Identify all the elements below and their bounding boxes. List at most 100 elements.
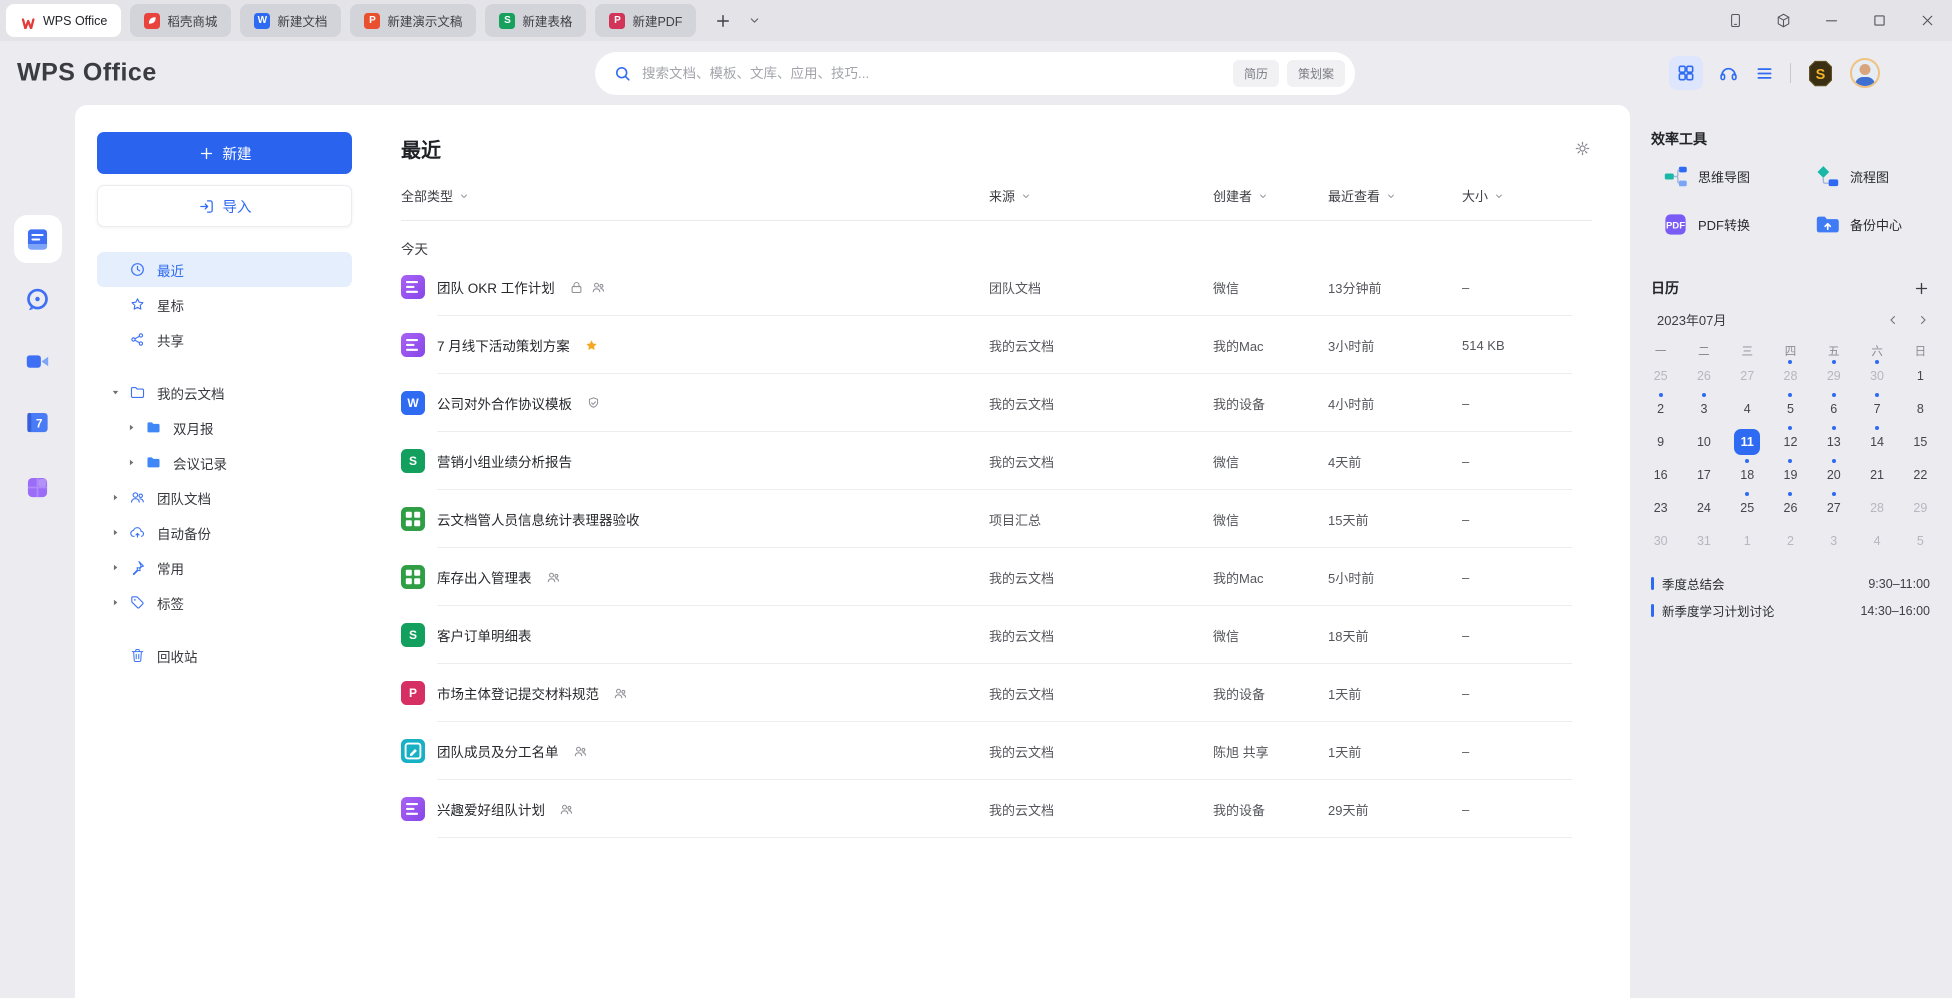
import-button[interactable]: 导入: [97, 185, 352, 227]
calendar-day[interactable]: 29: [1812, 359, 1855, 392]
calendar-day[interactable]: 26: [1769, 491, 1812, 524]
calendar-day[interactable]: 3: [1682, 392, 1725, 425]
menu-icon[interactable]: [1754, 63, 1775, 84]
calendar-day[interactable]: 30: [1855, 359, 1898, 392]
calendar-day[interactable]: 29: [1899, 491, 1942, 524]
calendar-day[interactable]: 31: [1682, 524, 1725, 557]
calendar-day[interactable]: 7: [1855, 392, 1898, 425]
sidebar-item-cloud-backup[interactable]: 自动备份: [97, 515, 352, 550]
file-row[interactable]: S客户订单明细表我的云文档微信18天前–: [401, 606, 1592, 664]
new-document-button[interactable]: 新建: [97, 132, 352, 174]
calendar-day[interactable]: 6: [1812, 392, 1855, 425]
search-bar[interactable]: 简历策划案: [595, 52, 1355, 95]
calendar-day[interactable]: 16: [1639, 458, 1682, 491]
sidebar-item-team[interactable]: 团队文档: [97, 480, 352, 515]
maximize-icon[interactable]: [1871, 12, 1888, 29]
tab-wps-logo[interactable]: WPS Office: [6, 4, 121, 37]
filter-5-dropdown[interactable]: 大小: [1462, 186, 1592, 205]
tool-mindmap[interactable]: 思维导图: [1662, 163, 1814, 190]
calendar-day[interactable]: 25: [1726, 491, 1769, 524]
file-row[interactable]: 兴趣爱好组队计划我的云文档我的设备29天前–: [401, 780, 1592, 838]
calendar-add-icon[interactable]: [1913, 280, 1930, 297]
sidebar-item-share[interactable]: 共享: [97, 322, 352, 357]
tool-backup[interactable]: 备份中心: [1814, 211, 1930, 238]
calendar-day[interactable]: 5: [1899, 524, 1942, 557]
calendar-event[interactable]: 新季度学习计划讨论14:30–16:00: [1651, 597, 1930, 624]
file-row[interactable]: P市场主体登记提交材料规范我的云文档我的设备1天前–: [401, 664, 1592, 722]
sidebar-item-folder-filled[interactable]: 会议记录: [97, 445, 352, 480]
workspace-cube-icon[interactable]: [1775, 12, 1792, 29]
file-row[interactable]: S营销小组业绩分析报告我的云文档微信4天前–: [401, 432, 1592, 490]
sidebar-item-pin[interactable]: 常用: [97, 550, 352, 585]
headset-icon[interactable]: [1718, 63, 1739, 84]
calendar-day[interactable]: 2: [1769, 524, 1812, 557]
caret-right-icon[interactable]: [110, 597, 121, 608]
sidebar-item-star[interactable]: 星标: [97, 287, 352, 322]
search-input[interactable]: [642, 66, 1225, 81]
calendar-day[interactable]: 2: [1639, 392, 1682, 425]
search-tag-2[interactable]: 策划案: [1287, 60, 1345, 87]
calendar-day[interactable]: 12: [1769, 425, 1812, 458]
calendar-day[interactable]: 24: [1682, 491, 1725, 524]
calendar-day[interactable]: 26: [1682, 359, 1725, 392]
calendar-day[interactable]: 15: [1899, 425, 1942, 458]
file-row[interactable]: 团队 OKR 工作计划团队文档微信13分钟前–: [401, 258, 1592, 316]
rail-item-documents[interactable]: [14, 215, 62, 263]
avatar[interactable]: [1850, 58, 1880, 88]
calendar-day[interactable]: 20: [1812, 458, 1855, 491]
rail-item-apps[interactable]: [14, 463, 62, 511]
file-row[interactable]: 团队成员及分工名单我的云文档陈旭 共享1天前–: [401, 722, 1592, 780]
calendar-day[interactable]: 27: [1812, 491, 1855, 524]
sidebar-item-trash[interactable]: 回收站: [97, 638, 352, 673]
file-row[interactable]: 7 月线下活动策划方案我的云文档我的Mac3小时前514 KB: [401, 316, 1592, 374]
calendar-next-icon[interactable]: [1916, 313, 1930, 327]
calendar-day[interactable]: 27: [1726, 359, 1769, 392]
calendar-day[interactable]: 8: [1899, 392, 1942, 425]
calendar-day[interactable]: 1: [1899, 359, 1942, 392]
filter-2-dropdown[interactable]: 来源: [989, 186, 1213, 205]
calendar-day[interactable]: 28: [1769, 359, 1812, 392]
tab-presentation[interactable]: P新建演示文稿: [350, 4, 476, 37]
calendar-day[interactable]: 21: [1855, 458, 1898, 491]
calendar-day[interactable]: 23: [1639, 491, 1682, 524]
filter-1-dropdown[interactable]: 全部类型: [401, 186, 989, 205]
tool-flowchart[interactable]: 流程图: [1814, 163, 1930, 190]
search-tag-1[interactable]: 简历: [1233, 60, 1279, 87]
calendar-day[interactable]: 18: [1726, 458, 1769, 491]
sidebar-item-clock[interactable]: 最近: [97, 252, 352, 287]
calendar-day[interactable]: 19: [1769, 458, 1812, 491]
calendar-day[interactable]: 4: [1855, 524, 1898, 557]
calendar-day[interactable]: 3: [1812, 524, 1855, 557]
filter-3-dropdown[interactable]: 创建者: [1213, 186, 1328, 205]
calendar-day[interactable]: 30: [1639, 524, 1682, 557]
caret-right-icon[interactable]: [110, 527, 121, 538]
rail-item-chat[interactable]: [14, 275, 62, 323]
new-tab-button[interactable]: [714, 12, 732, 30]
rail-item-calendar-7[interactable]: 7: [14, 398, 62, 446]
tool-pdf-convert[interactable]: PDFPDF转换: [1662, 211, 1814, 238]
close-icon[interactable]: [1919, 12, 1936, 29]
sidebar-item-tag[interactable]: 标签: [97, 585, 352, 620]
calendar-event[interactable]: 季度总结会9:30–11:00: [1651, 570, 1930, 597]
caret-down-icon[interactable]: [110, 387, 121, 398]
membership-badge-icon[interactable]: S: [1806, 59, 1835, 88]
caret-right-icon[interactable]: [110, 562, 121, 573]
calendar-day[interactable]: 4: [1726, 392, 1769, 425]
caret-right-icon[interactable]: [110, 492, 121, 503]
calendar-day[interactable]: 28: [1855, 491, 1898, 524]
calendar-prev-icon[interactable]: [1886, 313, 1900, 327]
file-row[interactable]: 云文档管人员信息统计表理器验收项目汇总微信15天前–: [401, 490, 1592, 548]
rail-item-meeting[interactable]: [14, 337, 62, 385]
caret-right-icon[interactable]: [126, 457, 137, 468]
tab-writer[interactable]: W新建文档: [240, 4, 341, 37]
tab-pdf[interactable]: P新建PDF: [595, 4, 696, 37]
calendar-day[interactable]: 17: [1682, 458, 1725, 491]
tab-spreadsheet[interactable]: S新建表格: [485, 4, 586, 37]
calendar-day[interactable]: 11: [1726, 425, 1769, 458]
calendar-day[interactable]: 1: [1726, 524, 1769, 557]
tab-list-dropdown[interactable]: [748, 14, 761, 27]
apps-grid-icon[interactable]: [1669, 56, 1703, 90]
calendar-day[interactable]: 5: [1769, 392, 1812, 425]
sidebar-item-folder-filled[interactable]: 双月报: [97, 410, 352, 445]
gear-icon[interactable]: [1573, 139, 1592, 158]
